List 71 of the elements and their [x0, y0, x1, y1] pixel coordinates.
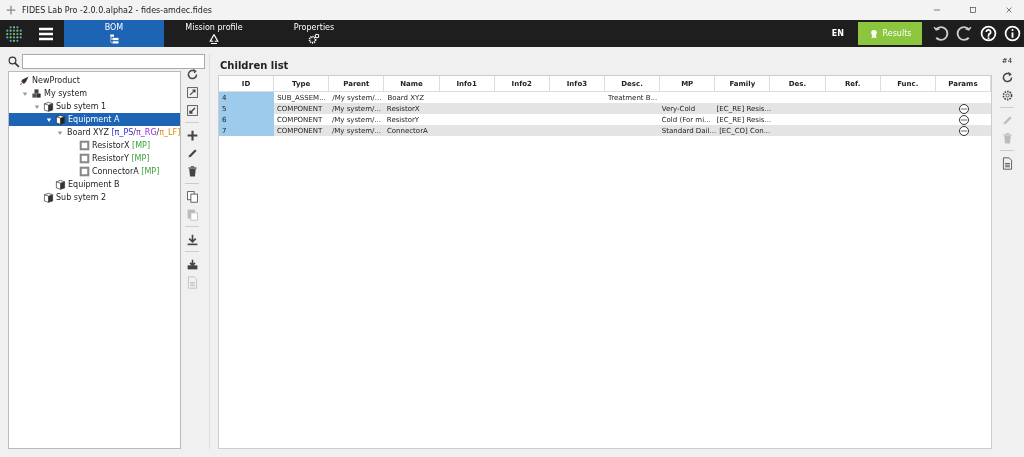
params-button[interactable]	[958, 103, 969, 114]
cube-icon	[43, 101, 54, 112]
item-label: Equipment B	[68, 180, 120, 189]
tree-item[interactable]: Board XYZ [π_PS/π_RG/π_LF]	[9, 126, 180, 139]
tree-item[interactable]: ConnectorA [MP]	[9, 165, 180, 178]
item-label: Board XYZ [π_PS/π_RG/π_LF]	[67, 128, 181, 137]
copy-button[interactable]	[184, 188, 200, 204]
params-button[interactable]	[958, 125, 969, 136]
refresh-icon	[185, 67, 199, 81]
maximize-icon	[968, 5, 978, 15]
tree-item[interactable]: Equipment A	[9, 113, 180, 126]
square-icon	[79, 153, 90, 164]
item-label: My system	[44, 89, 88, 98]
help-icon	[979, 25, 997, 42]
download-icon	[185, 232, 199, 246]
cube-icon	[55, 114, 66, 125]
recycle-icon	[208, 33, 220, 45]
search-icon	[8, 55, 20, 68]
params-button[interactable]	[958, 114, 969, 125]
tree-item[interactable]: NewProduct	[9, 74, 180, 87]
tree-item[interactable]: ResistorX [MP]	[9, 139, 180, 152]
search-field[interactable]	[22, 54, 205, 69]
copy-icon	[185, 189, 199, 203]
nav-tab[interactable]: Mission profile	[164, 20, 264, 47]
nav-tab[interactable]: BOM	[64, 20, 164, 47]
app-icon	[6, 5, 16, 15]
document-icon	[185, 275, 199, 289]
tree-item[interactable]: Sub sytem 1	[9, 100, 180, 113]
collapse-icon	[185, 103, 199, 117]
award-icon	[868, 28, 879, 39]
trash-icon	[1000, 131, 1014, 145]
tree-item[interactable]: My system	[9, 87, 180, 100]
paste-icon	[185, 207, 199, 221]
cube-icon	[55, 179, 66, 190]
square-icon	[79, 166, 90, 177]
cubes-icon	[31, 88, 42, 99]
item-label: ResistorX [MP]	[92, 141, 150, 150]
undo-icon	[931, 25, 949, 42]
square-icon	[79, 140, 90, 151]
tree-item[interactable]: Sub sytem 2	[9, 191, 180, 204]
item-label: Sub sytem 2	[56, 193, 107, 202]
window-title: FIDES Lab Pro -2.0.0.alpha2 - fides-amdec.fides	[22, 5, 212, 15]
info-icon	[1003, 25, 1021, 42]
collapse-button[interactable]	[184, 102, 200, 118]
item-label: NewProduct	[32, 76, 80, 85]
item-label: ResistorY [MP]	[92, 154, 150, 163]
refresh-icon	[1000, 70, 1014, 84]
item-label: Sub sytem 1	[56, 102, 107, 111]
gears-icon	[308, 33, 320, 45]
document-icon	[1000, 156, 1014, 170]
redo-icon	[955, 25, 973, 42]
trash-icon	[185, 164, 199, 178]
tree-item[interactable]: Equipment B	[9, 178, 180, 191]
close-icon	[1004, 5, 1014, 15]
tree-item[interactable]: ResistorY [MP]	[9, 152, 180, 165]
search-button[interactable]	[8, 54, 20, 69]
plus-icon	[185, 128, 199, 142]
rocket-icon	[19, 75, 30, 86]
list-icon	[108, 33, 120, 45]
expand-button[interactable]	[184, 84, 200, 100]
logo-icon	[5, 24, 23, 43]
item-label: Equipment A	[68, 115, 120, 124]
tray-download-icon	[185, 257, 199, 271]
panel-title: Children list	[219, 59, 290, 73]
expand-icon	[185, 85, 199, 99]
nav-tab[interactable]: Properties	[264, 20, 364, 47]
language-label: EN	[831, 29, 844, 38]
cube-icon	[43, 192, 54, 203]
menu-icon	[37, 25, 55, 42]
item-label: ConnectorA [MP]	[92, 167, 160, 176]
settings-icon	[1000, 88, 1014, 102]
